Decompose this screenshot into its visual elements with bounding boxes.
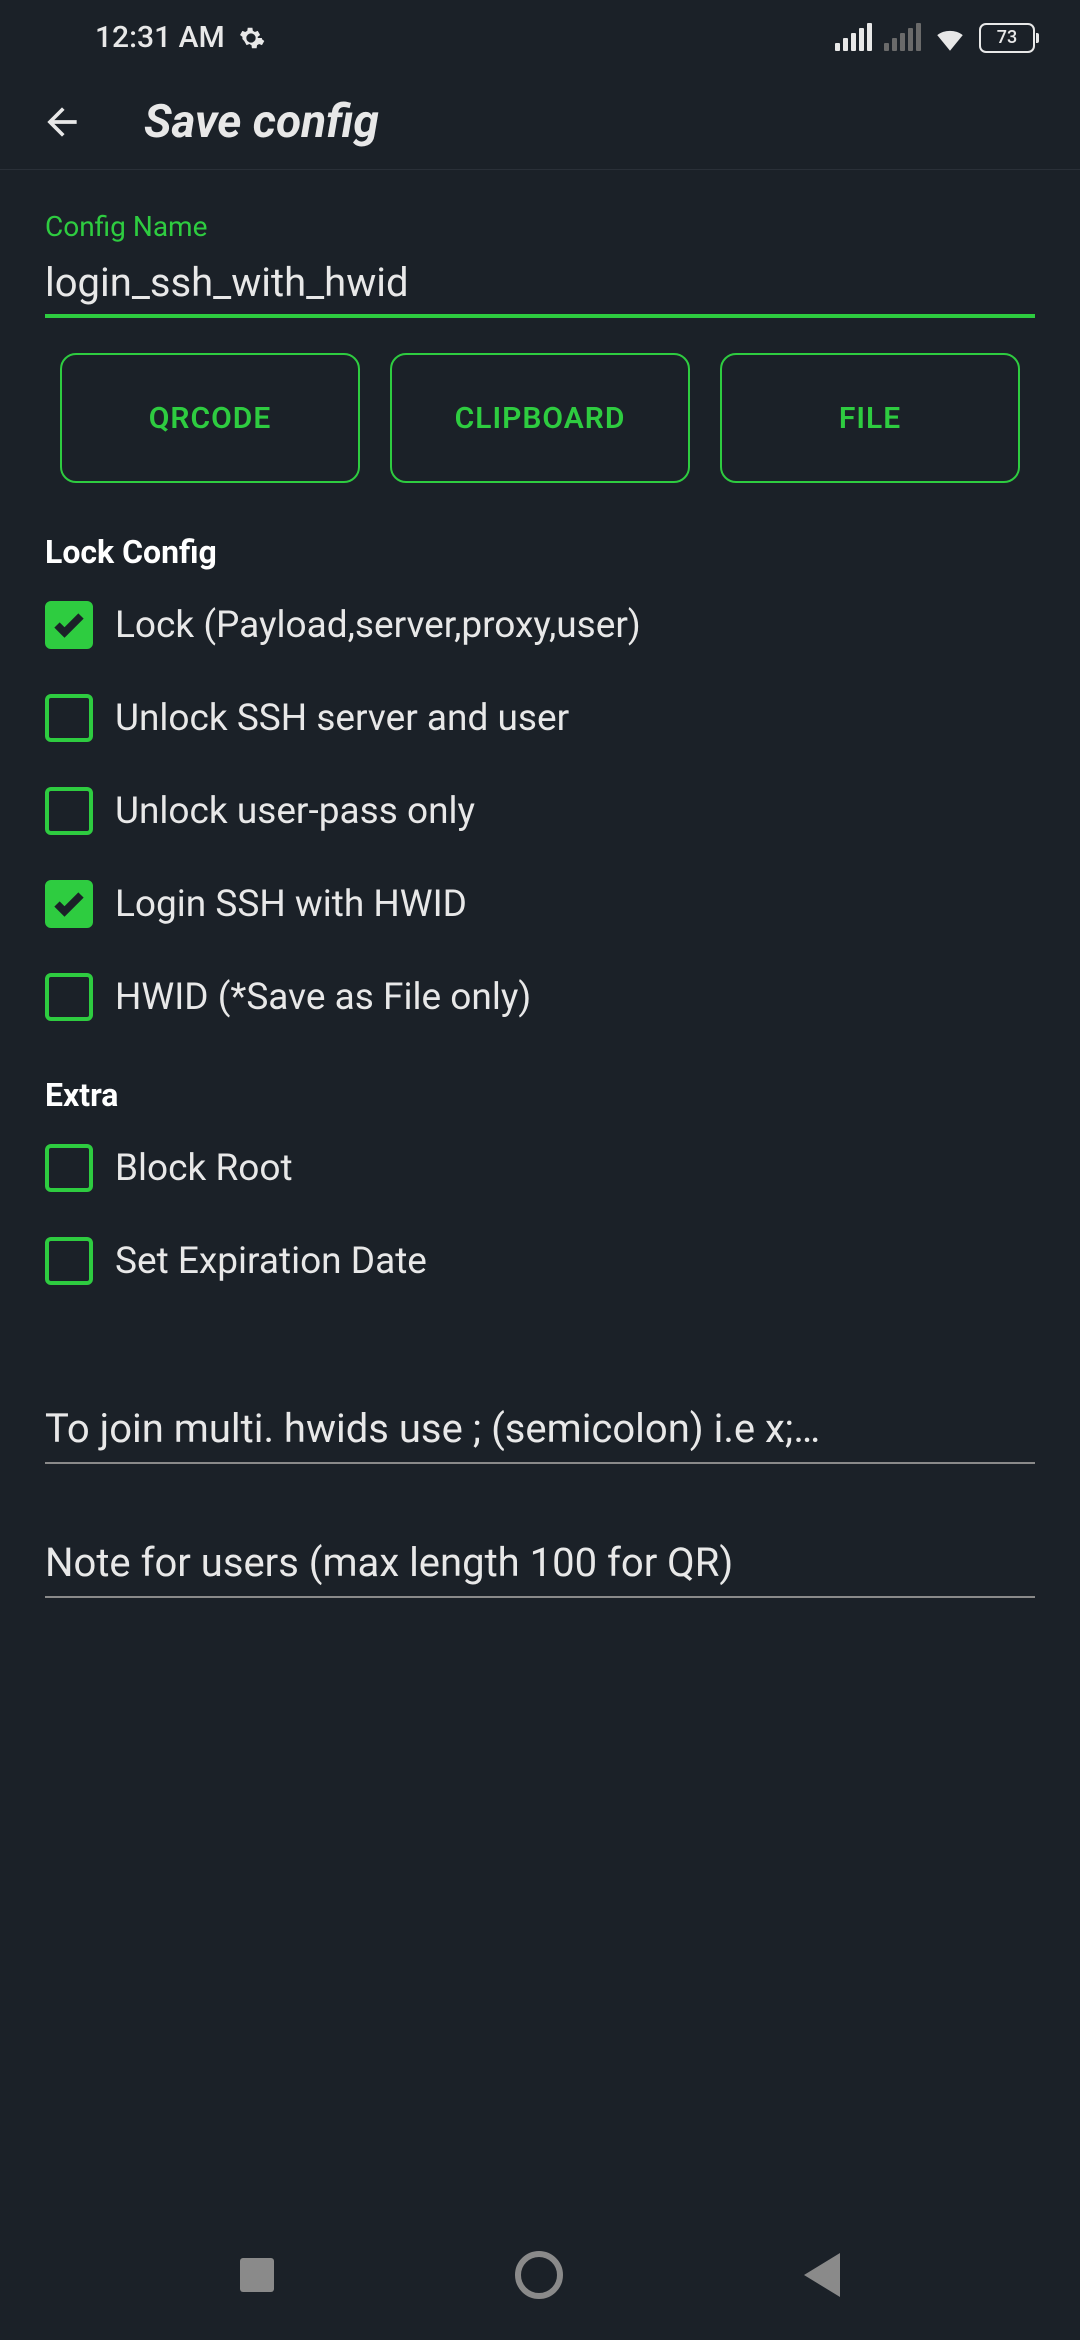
checkbox-label: HWID (*Save as File only) (115, 976, 531, 1019)
config-name-input[interactable] (45, 251, 1035, 318)
check-icon (51, 886, 87, 922)
clipboard-button[interactable]: CLIPBOARD (390, 353, 690, 483)
checkbox-row-unlock-ssh[interactable]: Unlock SSH server and user (45, 694, 1035, 742)
export-button-row: QRCODE CLIPBOARD FILE (45, 353, 1035, 483)
system-nav-bar (0, 2210, 1080, 2340)
signal-icon-1 (835, 25, 872, 51)
checkbox-row-hwid-file[interactable]: HWID (*Save as File only) (45, 973, 1035, 1021)
checkbox-block-root[interactable] (45, 1144, 93, 1192)
checkbox-unlock-ssh[interactable] (45, 694, 93, 742)
checkbox-row-login-hwid[interactable]: Login SSH with HWID (45, 880, 1035, 928)
wifi-icon (933, 21, 967, 55)
checkbox-row-lock[interactable]: Lock (Payload,server,proxy,user) (45, 601, 1035, 649)
status-time: 12:31 AM (95, 20, 225, 55)
checkbox-label: Login SSH with HWID (115, 883, 467, 926)
config-name-field: Config Name (45, 210, 1035, 318)
checkbox-label: Lock (Payload,server,proxy,user) (115, 604, 641, 647)
checkbox-label: Set Expiration Date (115, 1240, 427, 1283)
checkbox-unlock-userpass[interactable] (45, 787, 93, 835)
checkbox-login-hwid[interactable] (45, 880, 93, 928)
nav-recent-icon[interactable] (240, 2258, 274, 2292)
nav-home-icon[interactable] (515, 2251, 563, 2299)
section-title-lock: Lock Config (45, 533, 1035, 571)
status-right: 73 (835, 21, 1035, 55)
battery-icon: 73 (979, 23, 1035, 53)
checkbox-label: Block Root (115, 1147, 293, 1190)
checkbox-lock[interactable] (45, 601, 93, 649)
checkbox-expiration[interactable] (45, 1237, 93, 1285)
checkbox-label: Unlock SSH server and user (115, 697, 569, 740)
config-name-label: Config Name (45, 210, 1035, 243)
checkbox-label: Unlock user-pass only (115, 790, 475, 833)
nav-back-icon[interactable] (804, 2253, 840, 2297)
status-left: 12:31 AM (95, 20, 265, 55)
file-button[interactable]: FILE (720, 353, 1020, 483)
hwids-input[interactable] (45, 1395, 1035, 1464)
qrcode-button[interactable]: QRCODE (60, 353, 360, 483)
battery-level: 73 (997, 27, 1017, 48)
status-bar: 12:31 AM 73 (0, 0, 1080, 75)
gear-icon (237, 24, 265, 52)
app-bar: Save config (0, 75, 1080, 170)
back-icon[interactable] (40, 100, 84, 144)
check-icon (51, 607, 87, 643)
checkbox-row-expiration[interactable]: Set Expiration Date (45, 1237, 1035, 1285)
checkbox-row-unlock-userpass[interactable]: Unlock user-pass only (45, 787, 1035, 835)
checkbox-row-block-root[interactable]: Block Root (45, 1144, 1035, 1192)
content: Config Name QRCODE CLIPBOARD FILE Lock C… (0, 170, 1080, 1638)
checkbox-hwid-file[interactable] (45, 973, 93, 1021)
section-title-extra: Extra (45, 1076, 1035, 1114)
page-title: Save config (144, 95, 379, 149)
note-input[interactable] (45, 1529, 1035, 1598)
signal-icon-2 (884, 25, 921, 51)
